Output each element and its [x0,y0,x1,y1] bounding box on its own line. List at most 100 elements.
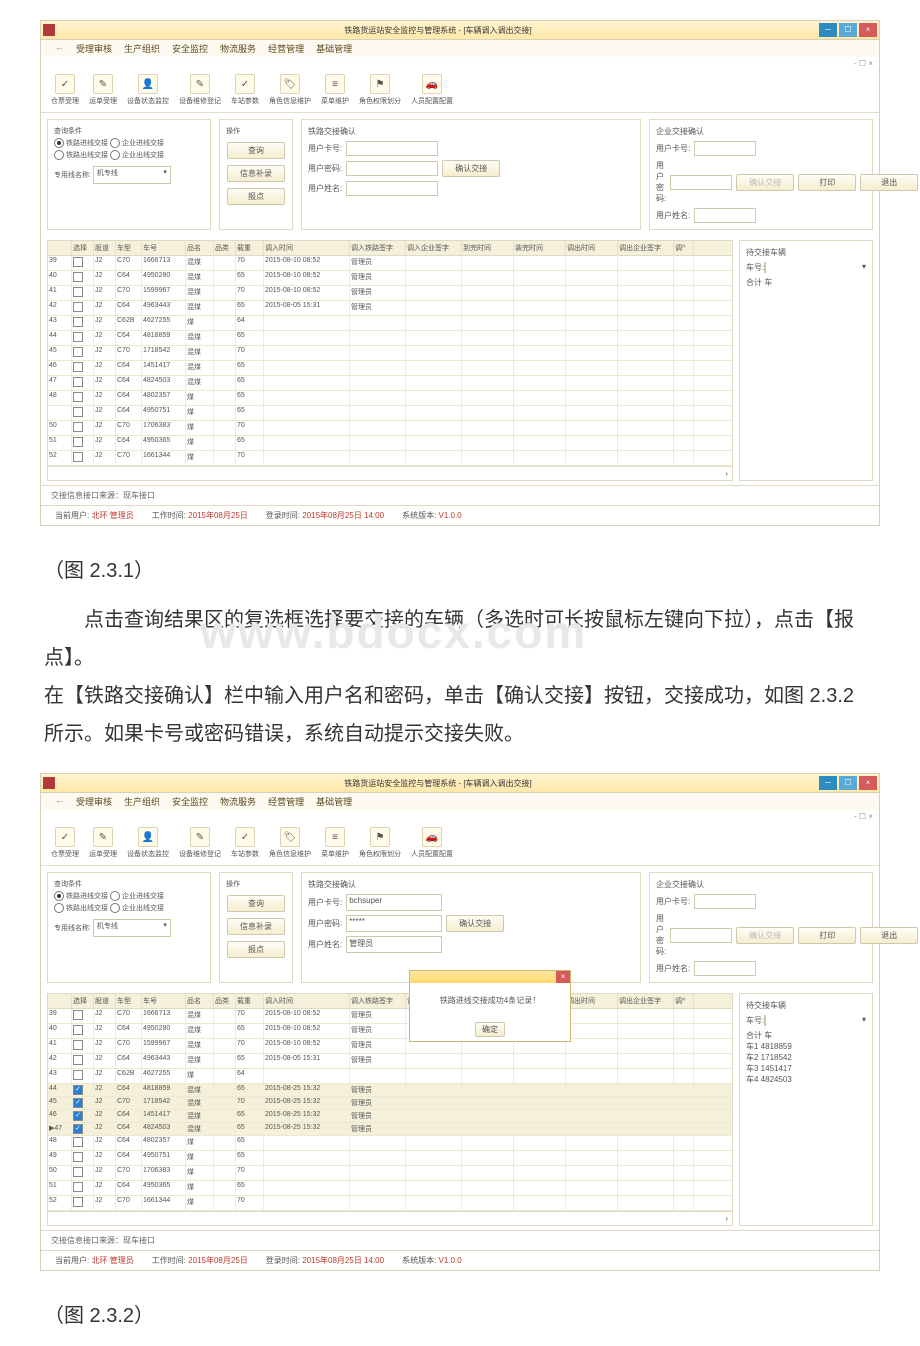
mdi-controls[interactable]: - ☐ × [41,57,879,70]
radio-rail-out[interactable] [54,903,64,913]
window-minimize-button[interactable]: ─ [819,776,837,790]
table-row[interactable]: 41J2C701599967混煤702015-08-10 08:52管理员 [48,286,732,301]
table-row[interactable]: 40J2C644950280混煤652015-08-10 08:52管理员 [48,271,732,286]
row-checkbox[interactable] [73,287,83,297]
table-row[interactable]: 52J2C701661344煤70 [48,1196,732,1211]
ent-name-input[interactable] [694,961,756,976]
tool-waybill-accept[interactable]: ✎运单受理 [89,74,117,106]
tool-role-auth[interactable]: ⚑角色权限划分 [359,74,401,106]
user-card-input[interactable] [346,141,438,156]
tool-waybill-accept[interactable]: ✎运单受理 [89,827,117,859]
table-row[interactable]: 46J2C641451417混煤65 [48,361,732,376]
radio-ent-in[interactable] [110,138,120,148]
tool-device-repair[interactable]: ✎设备维修登记 [179,827,221,859]
radio-rail-in[interactable] [54,138,64,148]
rail-confirm-button[interactable]: 确认交接 [446,915,504,932]
row-checkbox[interactable] [73,1055,83,1065]
tool-device-repair[interactable]: ✎设备维修登记 [179,74,221,106]
table-row[interactable]: 48J2C644802357煤65 [48,1136,732,1151]
row-checkbox[interactable] [73,1152,83,1162]
radio-rail-out[interactable] [54,150,64,160]
row-checkbox[interactable] [73,437,83,447]
tool-role-info[interactable]: 🏷角色信息维护 [269,74,311,106]
radio-rail-in[interactable] [54,891,64,901]
row-checkbox[interactable] [73,392,83,402]
table-row[interactable]: 47J2C644824503混煤65 [48,376,732,391]
dialog-ok-button[interactable]: 确定 [475,1022,505,1037]
menu-accept-review[interactable]: 受理审核 [76,795,112,808]
user-card-input[interactable]: bchsuper [346,894,442,911]
table-row[interactable]: 49J2C644950751煤65 [48,1151,732,1166]
tool-staff-config[interactable]: 🚗人员配置配置 [411,827,453,859]
menu-base-manage[interactable]: 基础管理 [316,42,352,55]
table-row[interactable]: 42J2C644963443混煤652015-08-05 15:31管理员 [48,301,732,316]
row-checkbox[interactable] [73,422,83,432]
menu-operation-manage[interactable]: 经营管理 [268,42,304,55]
query-button[interactable]: 查询 [227,142,285,159]
row-checkbox[interactable] [73,347,83,357]
table-row[interactable]: 42J2C644963443混煤652015-08-05 15:31管理员 [48,1054,732,1069]
table-row[interactable]: 43J2C62B4627255煤64 [48,1069,732,1084]
row-checkbox[interactable] [73,407,83,417]
table-scroll-right[interactable]: › [48,466,732,480]
tool-device-monitor[interactable]: 👤设备状态监控 [127,74,169,106]
table-row[interactable]: 39J2C701666713混煤702015-08-10 08:52管理员 [48,256,732,271]
table-row[interactable]: 52J2C701661344煤70 [48,451,732,466]
row-checkbox[interactable] [73,272,83,282]
table-row[interactable]: 44J2C644818859混煤65 [48,331,732,346]
user-name-input[interactable] [346,181,438,196]
row-checkbox[interactable] [73,1197,83,1207]
row-checkbox[interactable] [73,317,83,327]
mdi-controls[interactable]: - ☐ × [41,810,879,823]
menu-production-organize[interactable]: 生产组织 [124,42,160,55]
query-button[interactable]: 查询 [227,895,285,912]
tool-menu-maintain[interactable]: ≡菜单维护 [321,74,349,106]
user-pwd-input[interactable]: ***** [346,915,442,932]
window-close-button[interactable]: × [859,23,877,37]
exit-button[interactable]: 退出 [860,174,918,191]
tool-warehouse-accept[interactable]: ✓仓票受理 [51,74,79,106]
row-checkbox[interactable] [73,302,83,312]
row-checkbox[interactable] [73,1010,83,1020]
table-row[interactable]: 46✓J2C641451417混煤652015-08-25 15:32管理员 [48,1110,732,1123]
table-row[interactable]: 51J2C644950365煤65 [48,1181,732,1196]
menu-operation-manage[interactable]: 经营管理 [268,795,304,808]
row-checkbox[interactable] [73,257,83,267]
row-checkbox[interactable]: ✓ [73,1124,83,1134]
row-checkbox[interactable] [73,332,83,342]
tool-warehouse-accept[interactable]: ✓仓票受理 [51,827,79,859]
ent-card-input[interactable] [694,894,756,909]
rail-confirm-button[interactable]: 确认交接 [442,160,500,177]
tool-staff-config[interactable]: 🚗人员配置配置 [411,74,453,106]
row-checkbox[interactable]: ✓ [73,1098,83,1108]
tool-role-info[interactable]: 🏷角色信息维护 [269,827,311,859]
row-checkbox[interactable] [73,452,83,462]
table-row[interactable]: ▶47✓J2C644824503混煤652015-08-25 15:32管理员 [48,1123,732,1136]
radio-ent-in[interactable] [110,891,120,901]
table-row[interactable]: 50J2C701706383煤70 [48,1166,732,1181]
report-button[interactable]: 报点 [227,188,285,205]
menu-accept-review[interactable]: 受理审核 [76,42,112,55]
row-checkbox[interactable] [73,1182,83,1192]
window-maximize-button[interactable]: ☐ [839,776,857,790]
row-checkbox[interactable] [73,362,83,372]
user-name-input[interactable]: 管理员 [346,936,442,953]
table-row[interactable]: 44✓J2C644818859混煤652015-08-25 15:32管理员 [48,1084,732,1097]
table-row[interactable]: 40J2C644950280混煤652015-08-10 08:52管理员 [48,1024,732,1039]
dialog-close-button[interactable]: × [556,971,570,983]
exit-button[interactable]: 退出 [860,927,918,944]
user-pwd-input[interactable] [346,161,438,176]
back-arrow-icon[interactable]: ← [55,795,64,808]
ent-name-input[interactable] [694,208,756,223]
window-maximize-button[interactable]: ☐ [839,23,857,37]
tool-menu-maintain[interactable]: ≡菜单维护 [321,827,349,859]
row-checkbox[interactable] [73,1070,83,1080]
row-checkbox[interactable] [73,1167,83,1177]
radio-ent-out[interactable] [110,150,120,160]
table-row[interactable]: 51J2C644950365煤65 [48,436,732,451]
table-row[interactable]: J2C644950751煤65 [48,406,732,421]
menu-logistics-service[interactable]: 物流服务 [220,42,256,55]
tool-station-param[interactable]: ✓车站参数 [231,74,259,106]
tool-station-param[interactable]: ✓车站参数 [231,827,259,859]
dedicated-line-select[interactable]: 机专线 ▾ [93,919,171,937]
